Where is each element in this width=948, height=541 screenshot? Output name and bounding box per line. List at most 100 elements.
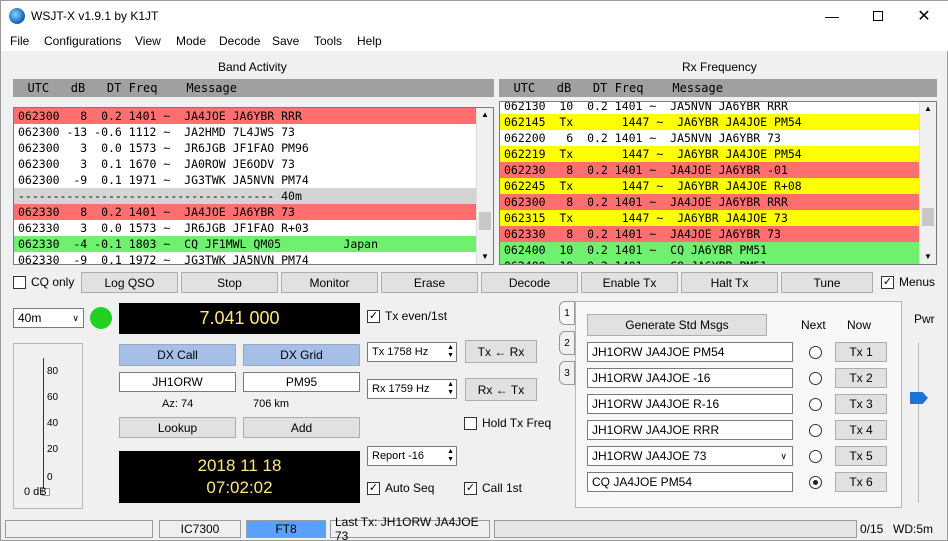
scroll-up-icon[interactable]: ▲ [924, 104, 932, 113]
tx2-message-field[interactable]: JH1ORW JA4JOE -16 [587, 368, 793, 388]
rx-frequency-row[interactable]: 062300 8 0.2 1401 ~ JA4JOE JA6YBR RRR [500, 194, 920, 210]
meter-tick-0: 0 [47, 472, 53, 483]
tx-from-rx-button[interactable]: Tx ← Rx [465, 340, 537, 363]
band-activity-row[interactable]: 062330 -9 0.1 1972 ~ JG3TWK JA5NVN PM74 [14, 252, 477, 264]
tx1-now-button[interactable]: Tx 1 [835, 342, 887, 362]
spin-arrows-icon[interactable]: ▲ ▼ [447, 448, 454, 464]
rx-frequency-row[interactable]: 062219 Tx 1447 ~ JA6YBR JA4JOE PM54 [500, 146, 920, 162]
power-slider-handle[interactable] [910, 392, 928, 404]
band-activity-scrollbar[interactable]: ▲ ▼ [476, 108, 493, 264]
rx-frequency-row[interactable]: 062400 10 0.2 1401 ~ CQ JA6YBR PM51 [500, 242, 920, 258]
auto-seq-checkbox[interactable]: ✓ [367, 482, 380, 495]
rx-frequency-row[interactable]: 062200 6 0.2 1401 ~ JA5NVN JA6YBR 73 [500, 130, 920, 146]
scroll-thumb[interactable] [922, 208, 934, 226]
scroll-thumb[interactable] [479, 212, 491, 230]
cq-only-label: CQ only [31, 275, 75, 289]
tx3-message-field[interactable]: JH1ORW JA4JOE R-16 [587, 394, 793, 414]
band-activity-row[interactable]: 062300 3 0.0 1573 ~ JR6JGB JF1FAO PM96 [14, 140, 477, 156]
tx4-now-button[interactable]: Tx 4 [835, 420, 887, 440]
meter-axis [43, 358, 44, 490]
menu-help[interactable]: Help [357, 34, 382, 48]
tx-even-checkbox[interactable]: ✓ [367, 310, 380, 323]
tx6-next-radio[interactable] [809, 476, 822, 489]
tx-even-label: Tx even/1st [385, 309, 448, 323]
tx6-now-button[interactable]: Tx 6 [835, 472, 887, 492]
rx-freq-spinbox[interactable]: Rx 1759 Hz ▲ ▼ [367, 379, 457, 399]
dx-call-field[interactable]: JH1ORW [119, 372, 236, 392]
scroll-down-icon[interactable]: ▼ [924, 252, 932, 261]
tx4-next-radio[interactable] [809, 424, 822, 437]
rx-frequency-row[interactable]: 062315 Tx 1447 ~ JA6YBR JA4JOE 73 [500, 210, 920, 226]
band-activity-row[interactable]: 062300 3 0.1 1670 ~ JA0ROW JE6ODV 73 [14, 156, 477, 172]
tab-2[interactable]: 2 [559, 331, 575, 355]
menu-save[interactable]: Save [272, 34, 299, 48]
erase-button[interactable]: Erase [381, 272, 478, 293]
tab-3[interactable]: 3 [559, 361, 575, 385]
rx-frequency-row[interactable]: 062230 8 0.2 1401 ~ JA4JOE JA6YBR -01 [500, 162, 920, 178]
spin-arrows-icon[interactable]: ▲ ▼ [447, 344, 454, 360]
menu-tools[interactable]: Tools [314, 34, 342, 48]
band-activity-row[interactable]: 062300 -9 0.1 1971 ~ JG3TWK JA5NVN PM74 [14, 172, 477, 188]
tx6-message-field[interactable]: CQ JA4JOE PM54 [587, 472, 793, 492]
call-1st-checkbox[interactable]: ✓ [464, 482, 477, 495]
tx2-now-button[interactable]: Tx 2 [835, 368, 887, 388]
menu-view[interactable]: View [135, 34, 161, 48]
generate-std-msgs-button[interactable]: Generate Std Msgs [587, 314, 767, 336]
halt-tx-button[interactable]: Halt Tx [681, 272, 778, 293]
tx2-next-radio[interactable] [809, 372, 822, 385]
tx5-now-button[interactable]: Tx 5 [835, 446, 887, 466]
tx1-message-field[interactable]: JH1ORW JA4JOE PM54 [587, 342, 793, 362]
tune-button[interactable]: Tune [781, 272, 873, 293]
add-button[interactable]: Add [243, 417, 360, 438]
rx-from-tx-button[interactable]: Rx ← Tx [465, 378, 537, 401]
tx5-next-radio[interactable] [809, 450, 822, 463]
lookup-button[interactable]: Lookup [119, 417, 236, 438]
hold-tx-freq-checkbox[interactable] [464, 417, 477, 430]
maximize-icon[interactable] [855, 1, 901, 31]
tx5-message-field[interactable]: JH1ORW JA4JOE 73 ∨ [587, 446, 793, 466]
tx1-next-radio[interactable] [809, 346, 822, 359]
power-slider-track[interactable] [918, 343, 919, 503]
scroll-down-icon[interactable]: ▼ [481, 252, 489, 261]
tx3-now-button[interactable]: Tx 3 [835, 394, 887, 414]
rx-frequency-row[interactable]: 062330 8 0.2 1401 ~ JA4JOE JA6YBR 73 [500, 226, 920, 242]
monitor-button[interactable]: Monitor [281, 272, 378, 293]
rx-frequency-row[interactable]: 062145 Tx 1447 ~ JA6YBR JA4JOE PM54 [500, 114, 920, 130]
enable-tx-button[interactable]: Enable Tx [581, 272, 678, 293]
spin-arrows-icon[interactable]: ▲ ▼ [447, 381, 454, 397]
menus-checkbox[interactable]: ✓ [881, 276, 894, 289]
dx-grid-field[interactable]: PM95 [243, 372, 360, 392]
band-activity-row[interactable]: 062330 8 0.2 1401 ~ JA4JOE JA6YBR 73 [14, 204, 477, 220]
menu-file[interactable]: File [10, 34, 29, 48]
rx-frequency-row[interactable]: 062400 10 0.2 1401 ~ CQ JA6YBR PM51 [500, 258, 920, 264]
band-select[interactable]: 40m ∨ [13, 308, 84, 328]
menu-configurations[interactable]: Configurations [44, 34, 121, 48]
tx3-next-radio[interactable] [809, 398, 822, 411]
rx-frequency-list[interactable]: 062130 10 0.2 1401 ~ JA5NVN JA6YBR RRR 06… [499, 101, 937, 265]
band-activity-row[interactable]: 062330 -4 -0.1 1803 ~ CQ JF1MWL QM05 Jap… [14, 236, 477, 252]
tx-freq-spinbox[interactable]: Tx 1758 Hz ▲ ▼ [367, 342, 457, 362]
rx-frequency-row[interactable]: 062245 Tx 1447 ~ JA6YBR JA4JOE R+08 [500, 178, 920, 194]
tab-2-label: 2 [564, 337, 570, 349]
decode-button[interactable]: Decode [481, 272, 578, 293]
chevron-down-icon[interactable]: ∨ [780, 451, 787, 462]
menu-mode[interactable]: Mode [176, 34, 206, 48]
tx4-message-field[interactable]: JH1ORW JA4JOE RRR [587, 420, 793, 440]
minimize-icon[interactable]: — [809, 1, 855, 31]
tx-freq-value: Tx 1758 Hz [372, 346, 429, 358]
rx-frequency-row[interactable]: 062130 10 0.2 1401 ~ JA5NVN JA6YBR RRR [500, 102, 920, 114]
rx-frequency-scrollbar[interactable]: ▲ ▼ [919, 102, 936, 264]
close-icon[interactable]: ✕ [901, 1, 947, 31]
band-activity-row[interactable]: 062300 8 0.2 1401 ~ JA4JOE JA6YBR RRR [14, 108, 477, 124]
band-activity-list[interactable]: 062300 8 0.2 1401 ~ JA4JOE JA6YBR RRR 062… [13, 107, 494, 265]
report-spinbox[interactable]: Report -16 ▲ ▼ [367, 446, 457, 466]
stop-button[interactable]: Stop [181, 272, 278, 293]
band-activity-row[interactable]: 062300 -13 -0.6 1112 ~ JA2HMD 7L4JWS 73 [14, 124, 477, 140]
band-activity-row[interactable]: 062330 3 0.0 1573 ~ JR6JGB JF1FAO R+03 [14, 220, 477, 236]
log-qso-button[interactable]: Log QSO [81, 272, 178, 293]
scroll-up-icon[interactable]: ▲ [481, 110, 489, 119]
band-activity-row[interactable]: ------------------------------------- 40… [14, 188, 477, 204]
cq-only-checkbox[interactable] [13, 276, 26, 289]
menu-decode[interactable]: Decode [219, 34, 260, 48]
tab-1[interactable]: 1 [559, 301, 575, 325]
